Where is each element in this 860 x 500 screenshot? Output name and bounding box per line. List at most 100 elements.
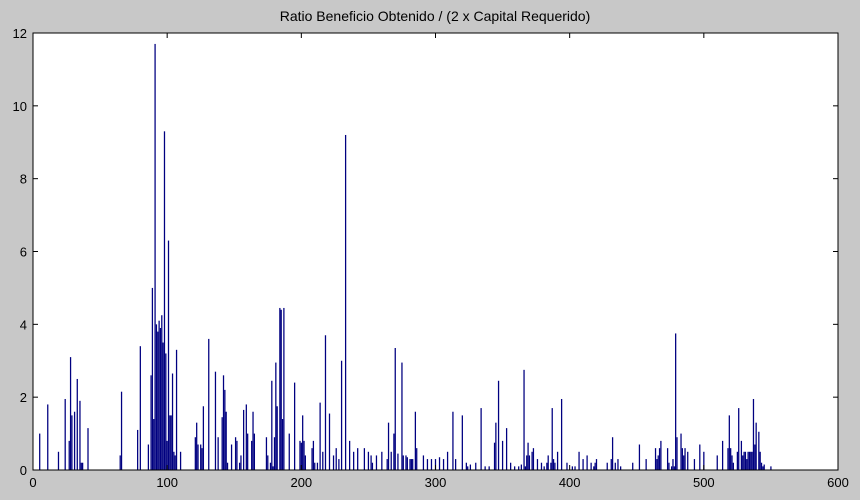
bar [743,451,745,470]
bar [335,448,337,470]
bar [571,466,573,470]
bar [582,459,584,470]
bar [302,415,304,471]
bar [304,455,306,470]
bar [353,451,355,470]
bar [386,459,388,470]
bar [344,134,347,470]
bar [371,462,374,470]
chart-title: Ratio Beneficio Obtenido / (2 x Capital … [280,8,591,24]
bar [484,466,486,470]
bar [412,459,414,470]
bar [595,459,598,470]
bar [740,440,743,470]
y-tick-label: 4 [20,317,27,332]
bar [770,466,772,470]
bar [179,451,182,470]
bar [461,415,463,471]
bar [467,466,469,470]
bar [208,338,210,470]
bar [750,451,752,470]
bar [536,459,539,470]
bar [238,462,241,470]
bar [550,462,552,470]
bar [47,404,49,470]
bar [514,466,516,470]
bar [617,459,619,470]
bar [158,320,160,470]
bar [393,433,395,470]
bar [279,307,281,470]
bar [155,324,158,470]
bar [744,451,747,470]
bar [222,375,225,470]
bar [57,451,60,470]
bar [163,131,166,470]
bar [510,462,512,470]
bar [269,462,272,470]
bar [672,459,674,470]
bar [526,455,528,470]
x-tick-label: 300 [425,475,447,490]
bar [370,455,372,470]
bar [64,398,66,470]
bar [554,462,556,470]
bar [721,440,724,470]
bar [251,440,253,470]
bar [610,459,612,470]
bar [202,406,205,470]
bar [747,451,749,470]
bar [328,413,331,470]
plot-area [33,33,838,470]
x-tick-label: 600 [827,475,849,490]
bar [82,462,84,470]
bar [611,437,614,470]
bar [280,309,282,470]
bar [590,462,592,470]
bar [119,455,121,470]
bar [684,448,686,470]
bar [683,455,685,470]
bar [332,455,335,470]
bar [221,417,223,470]
bar [69,357,72,470]
bar [475,462,477,470]
bar [247,433,249,470]
bar [381,451,383,470]
bar [505,428,508,470]
bar [375,455,378,470]
bar [518,466,520,470]
bar [194,437,196,470]
bar [732,462,734,470]
bar [416,448,418,470]
bar [699,444,701,470]
bar [666,448,669,470]
bar [402,455,404,470]
bar [288,433,290,470]
bar [200,444,202,470]
bar [556,451,559,470]
bar [236,440,238,470]
bar [314,462,316,470]
bar [311,448,313,470]
bar [349,440,351,470]
bar [387,422,390,470]
bar [594,462,596,470]
bar [546,462,548,470]
bar [716,455,718,470]
bar [293,382,296,470]
bar [367,451,370,470]
bar [681,448,683,470]
x-tick-label: 100 [156,475,178,490]
bar [150,375,152,470]
bar [357,448,359,470]
bar [654,448,657,470]
bar [245,404,247,470]
bar [742,455,744,470]
bar [39,433,41,470]
bar [414,411,417,470]
bar [560,398,563,470]
bar [551,408,553,470]
bar [606,462,608,470]
bar [197,444,199,470]
